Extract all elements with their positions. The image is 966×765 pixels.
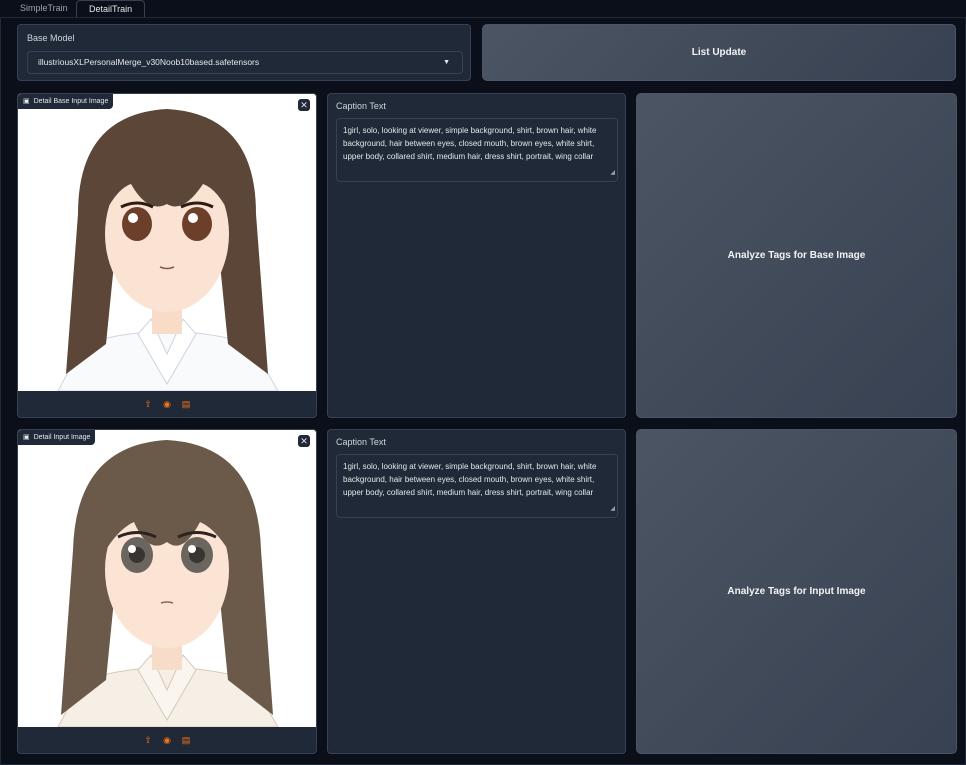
base-image-upload-area[interactable]: [18, 94, 316, 391]
chevron-down-icon: ▼: [443, 59, 450, 66]
input-image-label-text: Detail Input Image: [33, 434, 91, 441]
clipboard-icon[interactable]: ▤: [181, 735, 192, 746]
base-image-label-text: Detail Base Input Image: [33, 98, 109, 105]
image-icon: ▣: [23, 98, 30, 105]
list-update-button[interactable]: List Update: [482, 24, 956, 81]
webcam-icon[interactable]: ◉: [162, 735, 173, 746]
clipboard-icon[interactable]: ▤: [181, 399, 192, 410]
upload-icon[interactable]: ⇧: [143, 399, 154, 410]
close-icon[interactable]: ✕: [298, 99, 310, 111]
base-model-block: Base Model illustriousXLPersonalMerge_v3…: [17, 24, 471, 81]
close-icon[interactable]: ✕: [298, 435, 310, 447]
resize-handle-icon[interactable]: ◢: [610, 503, 615, 516]
upload-icon[interactable]: ⇧: [143, 735, 154, 746]
base-caption-textarea[interactable]: 1girl, solo, looking at viewer, simple b…: [336, 118, 618, 182]
base-image-panel: ▣ Detail Base Input Image ✕ ⇧ ◉ ▤: [17, 93, 317, 418]
tab-bar: SimpleTrain DetailTrain: [0, 0, 966, 18]
analyze-input-image-button[interactable]: Analyze Tags for Input Image: [636, 429, 957, 754]
input-character-image: [18, 430, 316, 727]
base-character-image: [18, 94, 316, 391]
base-model-value: illustriousXLPersonalMerge_v30Noob10base…: [38, 57, 260, 67]
input-caption-label: Caption Text: [336, 437, 386, 447]
base-caption-panel: Caption Text 1girl, solo, looking at vie…: [327, 93, 626, 418]
tab-detailtrain[interactable]: DetailTrain: [76, 0, 146, 18]
input-caption-panel: Caption Text 1girl, solo, looking at vie…: [327, 429, 626, 754]
base-caption-label: Caption Text: [336, 101, 386, 111]
input-image-upload-area[interactable]: [18, 430, 316, 727]
base-image-label: ▣ Detail Base Input Image: [18, 94, 114, 109]
base-caption-text: 1girl, solo, looking at viewer, simple b…: [343, 126, 597, 161]
input-image-panel: ▣ Detail Input Image ✕ ⇧ ◉ ▤: [17, 429, 317, 754]
analyze-base-image-button[interactable]: Analyze Tags for Base Image: [636, 93, 957, 418]
tab-simpletrain[interactable]: SimpleTrain: [20, 0, 68, 17]
image-icon: ▣: [23, 434, 30, 441]
resize-handle-icon[interactable]: ◢: [610, 167, 615, 180]
input-image-toolbar: ⇧ ◉ ▤: [18, 727, 316, 753]
webcam-icon[interactable]: ◉: [162, 399, 173, 410]
input-caption-text: 1girl, solo, looking at viewer, simple b…: [343, 462, 597, 497]
base-image-toolbar: ⇧ ◉ ▤: [18, 391, 316, 417]
input-caption-textarea[interactable]: 1girl, solo, looking at viewer, simple b…: [336, 454, 618, 518]
base-model-dropdown[interactable]: illustriousXLPersonalMerge_v30Noob10base…: [27, 51, 463, 74]
input-image-label: ▣ Detail Input Image: [18, 430, 96, 445]
base-model-label: Base Model: [27, 33, 75, 43]
